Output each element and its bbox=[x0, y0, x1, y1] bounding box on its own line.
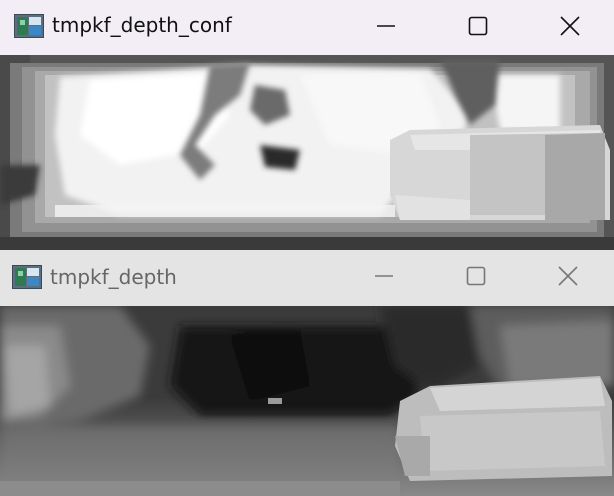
app-icon bbox=[14, 14, 44, 38]
minimize-icon bbox=[375, 275, 393, 277]
confidence-map-image bbox=[0, 55, 614, 250]
window-depth-conf[interactable]: tmpkf_depth_conf bbox=[0, 0, 614, 250]
window-titlebar[interactable]: tmpkf_depth bbox=[0, 250, 614, 306]
app-icon bbox=[12, 265, 42, 289]
minimize-icon bbox=[377, 25, 395, 27]
close-button[interactable] bbox=[550, 6, 590, 46]
close-button[interactable] bbox=[548, 256, 588, 296]
maximize-icon bbox=[466, 266, 486, 286]
window-title: tmpkf_depth_conf bbox=[52, 13, 232, 37]
minimize-button[interactable] bbox=[364, 256, 404, 296]
close-icon bbox=[560, 16, 580, 36]
close-icon bbox=[558, 266, 578, 286]
maximize-button[interactable] bbox=[456, 256, 496, 296]
window-titlebar[interactable]: tmpkf_depth_conf bbox=[0, 0, 614, 55]
minimize-button[interactable] bbox=[366, 6, 406, 46]
depth-map-image bbox=[0, 306, 614, 496]
maximize-button[interactable] bbox=[458, 6, 498, 46]
window-title: tmpkf_depth bbox=[50, 265, 177, 289]
maximize-icon bbox=[468, 16, 488, 36]
window-depth[interactable]: tmpkf_depth bbox=[0, 250, 614, 496]
